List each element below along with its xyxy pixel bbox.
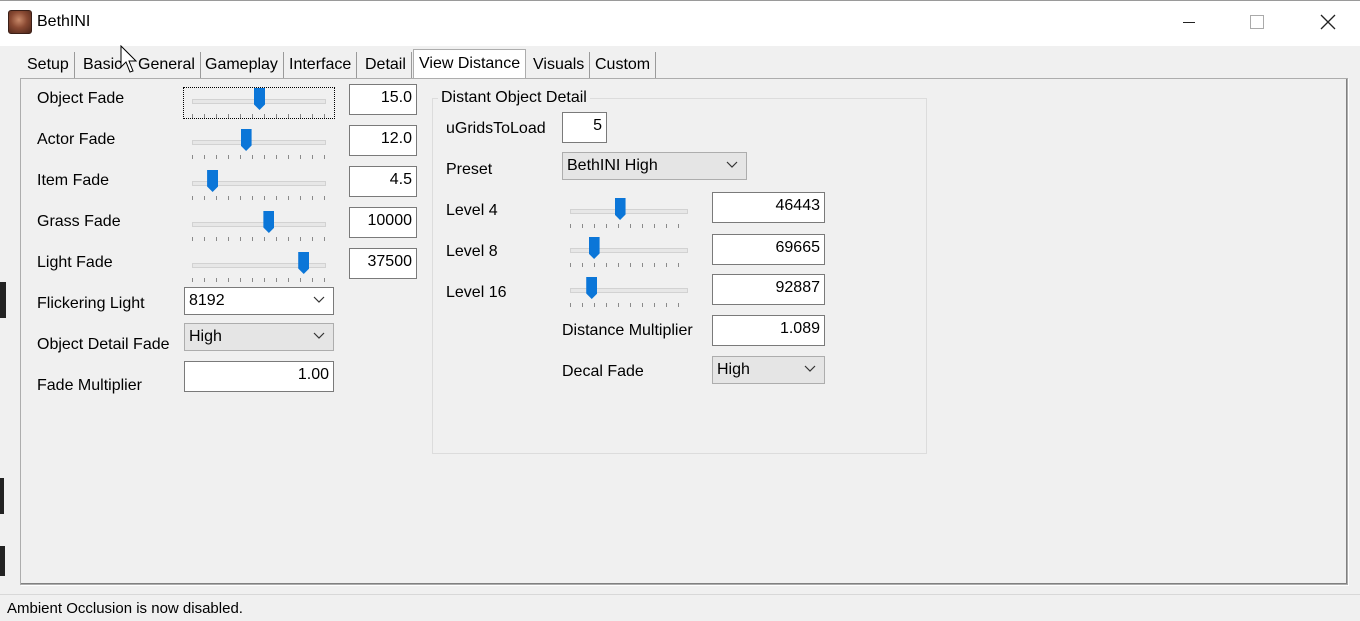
slider-thumb[interactable] bbox=[614, 198, 626, 220]
background-window-fragment bbox=[0, 546, 5, 576]
group-title: Distant Object Detail bbox=[438, 89, 590, 107]
light-fade-input[interactable]: 37500 bbox=[349, 248, 417, 279]
maximize-icon bbox=[1250, 15, 1264, 29]
object-detail-fade-label: Object Detail Fade bbox=[37, 336, 170, 353]
minimize-button[interactable] bbox=[1156, 0, 1222, 44]
tab-gameplay[interactable]: Gameplay bbox=[200, 52, 284, 78]
grass-fade-slider[interactable] bbox=[184, 211, 334, 241]
tab-setup[interactable]: Setup bbox=[22, 52, 75, 78]
object-fade-slider[interactable] bbox=[183, 87, 335, 119]
grass-fade-label: Grass Fade bbox=[37, 213, 121, 230]
level16-input[interactable]: 92887 bbox=[712, 274, 825, 305]
level16-slider[interactable] bbox=[562, 277, 696, 307]
object-detail-fade-value: High bbox=[189, 328, 222, 345]
chevron-down-icon bbox=[313, 296, 325, 303]
minimize-icon bbox=[1183, 22, 1195, 23]
tab-detail[interactable]: Detail bbox=[360, 52, 412, 78]
object-fade-input[interactable]: 15.0 bbox=[349, 84, 417, 115]
preset-value: BethINI High bbox=[567, 157, 658, 174]
slider-thumb[interactable] bbox=[240, 129, 252, 151]
actor-fade-input[interactable]: 12.0 bbox=[349, 125, 417, 156]
decal-fade-value: High bbox=[717, 361, 750, 378]
window-title: BethINI bbox=[37, 13, 91, 30]
chevron-down-icon bbox=[726, 161, 738, 168]
distance-multiplier-input[interactable]: 1.089 bbox=[712, 315, 825, 346]
maximize-button[interactable] bbox=[1224, 0, 1290, 44]
tab-interface[interactable]: Interface bbox=[284, 52, 358, 78]
item-fade-label: Item Fade bbox=[37, 172, 110, 189]
slider-thumb[interactable] bbox=[263, 211, 275, 233]
close-icon bbox=[1320, 14, 1336, 30]
object-fade-label: Object Fade bbox=[37, 90, 125, 107]
slider-thumb[interactable] bbox=[586, 277, 598, 299]
slider-thumb[interactable] bbox=[254, 88, 265, 110]
level8-input[interactable]: 69665 bbox=[712, 234, 825, 265]
object-detail-fade-dropdown[interactable]: High bbox=[184, 323, 334, 351]
grass-fade-input[interactable]: 10000 bbox=[349, 207, 417, 238]
background-window-fragment bbox=[0, 282, 6, 318]
fade-multiplier-label: Fade Multiplier bbox=[37, 377, 142, 394]
chevron-down-icon bbox=[804, 365, 816, 372]
actor-fade-label: Actor Fade bbox=[37, 131, 116, 148]
app-icon bbox=[8, 10, 32, 34]
distance-multiplier-label: Distance Multiplier bbox=[562, 322, 693, 339]
level8-slider[interactable] bbox=[562, 237, 696, 267]
background-window-fragment bbox=[0, 478, 4, 514]
item-fade-input[interactable]: 4.5 bbox=[349, 166, 417, 197]
status-text: Ambient Occlusion is now disabled. bbox=[7, 600, 243, 617]
tab-view-distance[interactable]: View Distance bbox=[413, 49, 527, 79]
preset-dropdown[interactable]: BethINI High bbox=[562, 152, 747, 180]
level4-label: Level 4 bbox=[446, 202, 498, 219]
mouse-cursor-icon bbox=[120, 45, 138, 73]
light-fade-label: Light Fade bbox=[37, 254, 113, 271]
ugrids-label: uGridsToLoad bbox=[446, 120, 546, 137]
tab-general[interactable]: General bbox=[133, 52, 201, 78]
flickering-light-label: Flickering Light bbox=[37, 295, 145, 312]
tab-visuals[interactable]: Visuals bbox=[528, 52, 591, 78]
level16-label: Level 16 bbox=[446, 284, 507, 301]
preset-label: Preset bbox=[446, 161, 493, 178]
level4-slider[interactable] bbox=[562, 198, 696, 228]
flickering-light-dropdown[interactable]: 8192 bbox=[184, 287, 334, 315]
slider-thumb[interactable] bbox=[207, 170, 219, 192]
level4-input[interactable]: 46443 bbox=[712, 192, 825, 223]
flickering-light-value: 8192 bbox=[189, 292, 225, 309]
chevron-down-icon bbox=[313, 332, 325, 339]
actor-fade-slider[interactable] bbox=[184, 129, 334, 159]
slider-thumb[interactable] bbox=[298, 252, 310, 274]
tab-custom[interactable]: Custom bbox=[590, 52, 657, 78]
close-button[interactable] bbox=[1295, 0, 1360, 44]
item-fade-slider[interactable] bbox=[184, 170, 334, 200]
ugrids-input[interactable]: 5 bbox=[562, 112, 607, 143]
fade-multiplier-input[interactable]: 1.00 bbox=[184, 361, 334, 392]
decal-fade-dropdown[interactable]: High bbox=[712, 356, 825, 384]
slider-thumb[interactable] bbox=[588, 237, 600, 259]
level8-label: Level 8 bbox=[446, 243, 498, 260]
light-fade-slider[interactable] bbox=[184, 252, 334, 282]
decal-fade-label: Decal Fade bbox=[562, 363, 644, 380]
